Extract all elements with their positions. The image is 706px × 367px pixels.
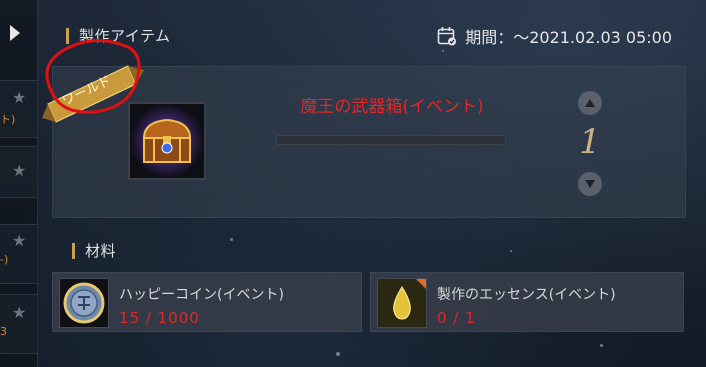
material-card[interactable]: ハッピーコイン(イベント) 15 / 1000 <box>52 272 362 332</box>
world-badge: ワールド <box>40 38 150 130</box>
recipe-list-item[interactable]: ★ -) <box>0 224 38 284</box>
recipe-list-item-text: -) <box>0 253 9 266</box>
favorite-star-icon[interactable]: ★ <box>12 231 26 250</box>
section-accent-bar <box>72 242 75 259</box>
period-text: 期間：～2021.02.03 05:00 <box>465 28 672 47</box>
dust-speck <box>336 352 340 356</box>
favorite-star-icon[interactable]: ★ <box>12 161 26 180</box>
recipe-list-item[interactable]: ★ 3 <box>0 294 38 354</box>
recipe-list-item[interactable]: ★ ト) <box>0 80 38 138</box>
material-name: 製作のエッセンス(イベント) <box>437 287 616 303</box>
recipe-list-strip: ★ ト) ★ ★ -) ★ 3 <box>0 0 38 367</box>
calendar-check-icon <box>437 26 457 46</box>
materials-title: 材料 <box>85 242 117 260</box>
golden-drop-icon <box>378 279 426 327</box>
play-arrow-icon[interactable] <box>10 25 20 41</box>
silver-coin-icon <box>63 282 105 324</box>
crafting-screen: ★ ト) ★ ★ -) ★ 3 製作アイテム 期間：～2021.02.03 05… <box>0 0 706 367</box>
material-name: ハッピーコイン(イベント) <box>119 287 284 303</box>
material-count: 0 / 1 <box>437 309 476 327</box>
favorite-star-icon[interactable]: ★ <box>12 303 26 322</box>
red-circle-annotation <box>45 38 141 114</box>
triangle-down-icon <box>585 180 595 188</box>
materials-header: 材料 <box>72 240 116 261</box>
material-count: 15 / 1000 <box>119 309 200 327</box>
material-card[interactable]: 製作のエッセンス(イベント) 0 / 1 <box>370 272 684 332</box>
favorite-star-icon[interactable]: ★ <box>12 88 26 107</box>
quantity-decrease-button[interactable] <box>578 172 602 196</box>
period-display: 期間：～2021.02.03 05:00 <box>437 24 672 48</box>
triangle-up-icon <box>585 99 595 107</box>
material-icon-slot[interactable] <box>377 278 427 328</box>
product-name: 魔王の武器箱(イベント) <box>300 97 484 117</box>
quantity-increase-button[interactable] <box>578 91 602 115</box>
recipe-list-item-text: 3 <box>0 325 7 338</box>
recipe-list-item[interactable]: ★ <box>0 146 38 198</box>
dust-speck <box>600 344 603 347</box>
recipe-list-item-text: ト) <box>0 113 16 126</box>
dust-speck <box>230 238 233 241</box>
material-icon-slot[interactable] <box>59 278 109 328</box>
dust-speck <box>510 250 512 252</box>
quantity-value: 1 <box>579 122 601 162</box>
dust-speck <box>442 50 444 52</box>
craft-progress-bar <box>276 135 506 145</box>
